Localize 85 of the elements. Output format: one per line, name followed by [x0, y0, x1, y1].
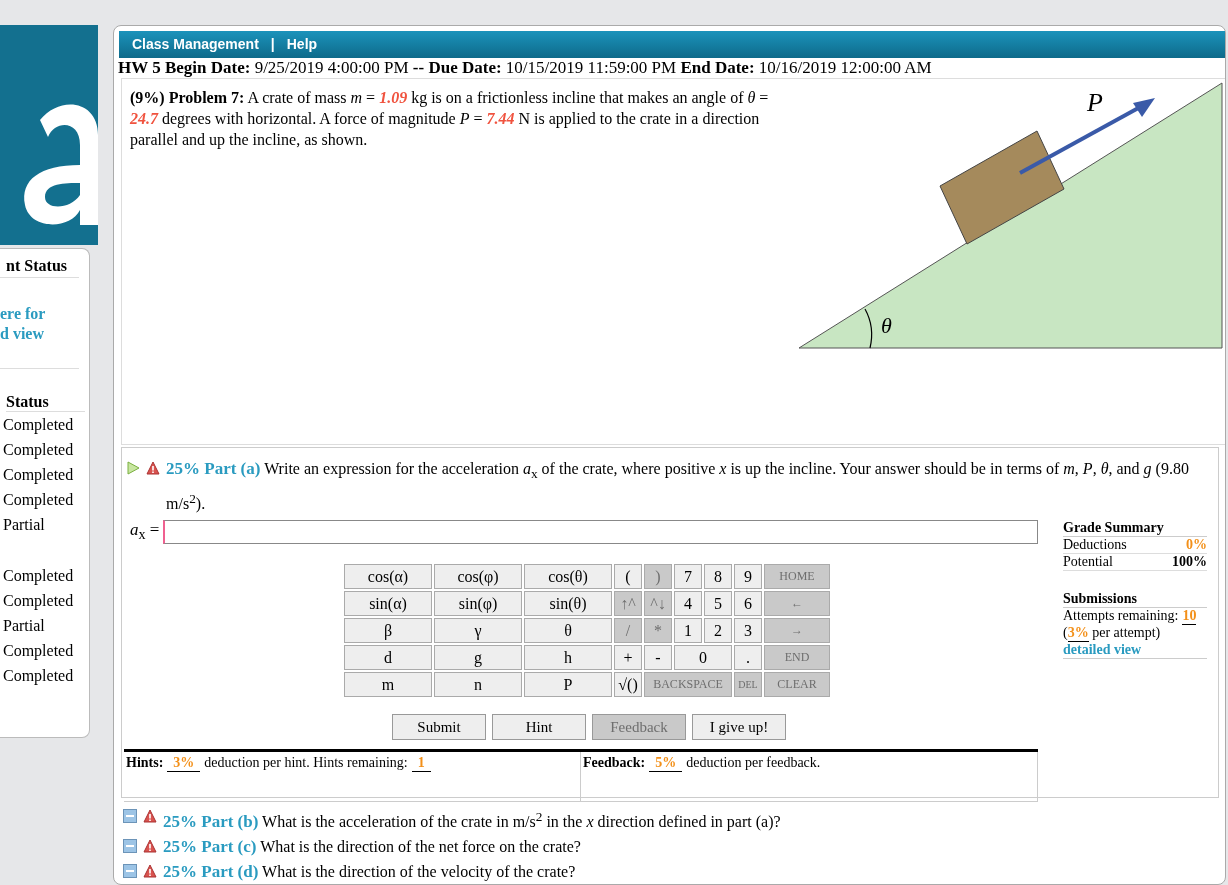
warning-icon [143, 808, 157, 823]
part-prompt: 25% Part (d) What is the direction of the velocity of the crate? [163, 861, 577, 883]
feedback-deduction: 5% [649, 755, 683, 773]
warning-icon [143, 839, 157, 853]
keypad-key[interactable]: 7 [674, 564, 702, 590]
warning-icon [143, 864, 157, 878]
answer-field[interactable] [163, 520, 1038, 545]
submissions-heading: Submissions [1063, 591, 1207, 609]
action-button[interactable]: I give up! [692, 714, 786, 741]
summary-value: 0% [1186, 537, 1207, 554]
keypad-key[interactable]: . [734, 645, 762, 671]
keypad-key[interactable]: 3 [734, 618, 762, 644]
column-heading: Status [6, 393, 85, 412]
part-prompt: 25% Part (c) What is the direction of the net force on the crate? [163, 836, 582, 858]
keypad-key[interactable]: m [344, 672, 432, 698]
grade-summary-heading: Grade Summary [1063, 520, 1207, 538]
keypad-key[interactable]: cos(θ) [524, 564, 612, 590]
answer-label: a$_{x}$ = [130, 520, 160, 544]
play-icon[interactable] [126, 460, 140, 475]
attempt-deduction: 3% [1067, 625, 1089, 643]
hints-label: Hints: [126, 755, 164, 772]
keypad-key[interactable]: d [344, 645, 432, 671]
status-cell-text: Completed [2, 591, 75, 612]
collapse-icon[interactable] [123, 864, 137, 878]
nav-link[interactable]: Class Management [132, 36, 259, 53]
force-label: P [1087, 87, 1103, 117]
keypad-key[interactable]: h [524, 645, 612, 671]
collapse-icon[interactable] [123, 839, 137, 853]
keypad-key[interactable]: 1 [674, 618, 702, 644]
angle-arc [864, 308, 873, 349]
status-cell-text: Completed [2, 415, 75, 436]
attempts-label: Attempts remaining: [1063, 608, 1179, 626]
keypad-key[interactable]: β [344, 618, 432, 644]
keypad-key[interactable]: sin(φ) [434, 591, 522, 617]
status-cell-text: Completed [2, 666, 75, 687]
panel-heading: nt Status [0, 257, 79, 278]
hint-deduction: 3% [167, 755, 201, 773]
summary-value: 100% [1172, 554, 1207, 571]
keypad-key[interactable]: √() [614, 672, 642, 698]
action-button[interactable]: Hint [492, 714, 586, 741]
feedback-text: deduction per feedback. [686, 755, 821, 772]
per-attempt-text: per attempt) [1091, 625, 1161, 643]
keypad-key[interactable]: 2 [704, 618, 732, 644]
keypad-key[interactable]: ( [614, 564, 642, 590]
keypad-key[interactable]: θ [524, 618, 612, 644]
keypad-key[interactable]: 5 [704, 591, 732, 617]
keypad-key[interactable]: cos(α) [344, 564, 432, 590]
keypad-key[interactable]: sin(θ) [524, 591, 612, 617]
keypad-key[interactable]: 4 [674, 591, 702, 617]
keypad-key[interactable]: γ [434, 618, 522, 644]
part-prompt: 25% Part (b) What is the acceleration of the crate in m/s$^{2}$ in the x direction defined in part (a)? [163, 807, 782, 833]
hints-text: deduction per hint. Hints remaining: [204, 755, 408, 772]
keypad-key[interactable]: P [524, 672, 612, 698]
status-cell-text: Completed [2, 566, 75, 587]
status-cell-text: Completed [2, 641, 75, 662]
keypad-key[interactable]: - [644, 645, 672, 671]
part-prompt: 25% Part (a) Write an expression for the acceleration a$_{x}$ of the crate, where positive x is up the incline. Your answer should be in terms of m, P, θ, and g (9.80 m/s$^{2}$). [166, 457, 1190, 515]
nav-separator: | [270, 36, 275, 53]
collapse-icon[interactable] [123, 808, 137, 823]
summary-label: Deductions [1063, 537, 1127, 554]
warning-icon [146, 460, 160, 475]
keypad-key[interactable]: 6 [734, 591, 762, 617]
action-button[interactable]: Submit [392, 714, 486, 741]
assignment-dates: HW 5 Begin Date: 9/25/2019 4:00:00 PM -- Due Date: 10/15/2019 11:59:00 PM End Date: 10/16/2019 12:00:00 AM [118, 57, 933, 78]
status-cell-text: Partial [2, 616, 46, 636]
keypad-key[interactable]: n [434, 672, 522, 698]
keypad-key[interactable]: sin(α) [344, 591, 432, 617]
summary-label: Potential [1063, 554, 1113, 571]
keypad-key[interactable]: 0 [674, 645, 732, 671]
keypad-key[interactable]: cos(φ) [434, 564, 522, 590]
hints-remaining: 1 [411, 755, 431, 773]
keypad-key[interactable]: + [614, 645, 642, 671]
feedback-label: Feedback: [583, 755, 646, 772]
bracket-text: ( [1063, 625, 1068, 643]
status-cell-text: Completed [2, 465, 75, 486]
attempts-count: 10 [1182, 608, 1197, 626]
keypad-key[interactable]: 9 [734, 564, 762, 590]
status-cell-text: Partial [2, 515, 46, 535]
angle-label: θ [881, 312, 892, 338]
status-cell-text: Completed [2, 440, 75, 461]
keypad-key[interactable]: g [434, 645, 522, 671]
keypad-key[interactable]: 8 [704, 564, 732, 590]
status-cell-text: Completed [2, 490, 75, 511]
nav-link[interactable]: Help [286, 36, 318, 53]
problem-statement: (9%) Problem 7: A crate of mass m = 1.09 kg is on a frictionless incline that makes an angle of θ = 24.7 degrees with horizontal. A force of magnitude P = 7.44 N is applied to the crate in a direction parallel and up the incline, as shown. [130, 87, 770, 151]
